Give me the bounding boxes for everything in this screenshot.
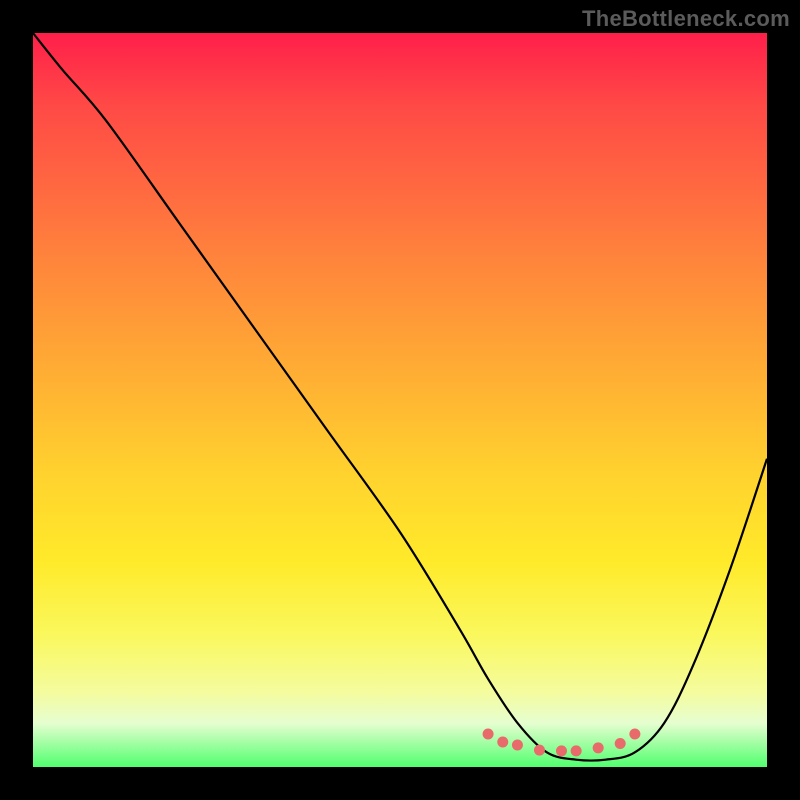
watermark-text: TheBottleneck.com [582, 6, 790, 32]
valley-markers [483, 728, 641, 756]
bottleneck-curve [33, 33, 767, 761]
valley-marker [629, 728, 640, 739]
valley-marker [512, 739, 523, 750]
valley-marker [571, 745, 582, 756]
plot-area [33, 33, 767, 767]
valley-marker [534, 745, 545, 756]
chart-container: TheBottleneck.com [0, 0, 800, 800]
valley-marker [483, 728, 494, 739]
curve-svg [33, 33, 767, 767]
valley-marker [556, 745, 567, 756]
valley-marker [615, 738, 626, 749]
valley-marker [497, 737, 508, 748]
valley-marker [593, 742, 604, 753]
